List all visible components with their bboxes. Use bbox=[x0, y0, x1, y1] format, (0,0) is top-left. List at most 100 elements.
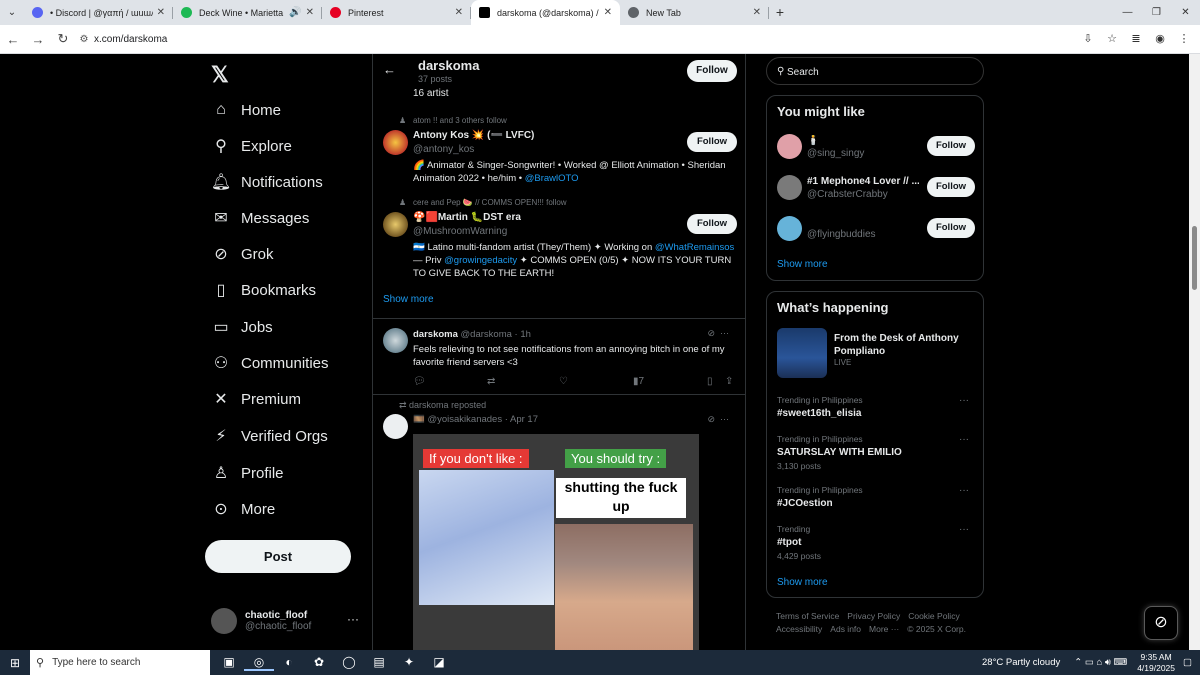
sidebar-item-premium[interactable]: ✕ Premium bbox=[211, 385, 301, 413]
windows-start-icon[interactable]: ⊞ bbox=[0, 656, 30, 670]
trend-item[interactable]: Trending #tpot 4,429 posts ··· bbox=[777, 524, 975, 564]
tab-search-dropdown[interactable]: ⌄ bbox=[0, 0, 24, 25]
sidebar-item-more[interactable]: ⊙ More bbox=[211, 495, 275, 523]
sidebar-item-communities[interactable]: ⚇ Communities bbox=[211, 349, 329, 377]
opera-icon[interactable]: ◯ bbox=[334, 655, 364, 671]
trend-item[interactable]: Trending in Philippines SATURSLAY WITH E… bbox=[777, 434, 975, 474]
sidebar-item-verified-orgs[interactable]: ⚡︎ Verified Orgs bbox=[211, 422, 327, 450]
reply-icon[interactable]: 💬︎ bbox=[413, 376, 426, 387]
like-icon[interactable]: ♡ bbox=[559, 376, 568, 387]
suggestion-item[interactable]: @flyingbuddies Follow bbox=[777, 215, 975, 245]
page-scrollbar[interactable] bbox=[1189, 54, 1200, 650]
footer-link[interactable]: Accessibility bbox=[776, 624, 822, 634]
browser-tab-new-tab[interactable]: New Tab ✕ bbox=[620, 0, 769, 25]
grok-icon[interactable]: ⊘ bbox=[707, 328, 715, 338]
clock[interactable]: 9:35 AM 4/19/2025 bbox=[1137, 652, 1175, 674]
suggestion-item[interactable]: 🕯️ @sing_singy Follow bbox=[777, 133, 975, 163]
news-item[interactable]: From the Desk of Anthony Pompliano LIVE bbox=[777, 328, 975, 380]
suggestion-item[interactable]: #1 Mephone4 Lover // ... @CrabsterCrabby… bbox=[777, 174, 975, 204]
taskbar-search[interactable]: ⚲ Type here to search bbox=[30, 650, 210, 675]
copilot-icon[interactable]: ✿ bbox=[304, 655, 334, 671]
more-dots-icon[interactable]: ··· bbox=[720, 328, 729, 338]
show-more-link[interactable]: Show more bbox=[777, 577, 828, 588]
new-tab-button[interactable]: + bbox=[769, 0, 791, 25]
show-more-link[interactable]: Show more bbox=[777, 259, 828, 270]
footer-link[interactable]: Terms of Service bbox=[776, 611, 839, 621]
search-input[interactable] bbox=[787, 64, 977, 80]
grok-icon[interactable]: ⊘ bbox=[707, 414, 715, 424]
browser-tab-x[interactable]: darskoma (@darskoma) / X ✕ bbox=[471, 0, 620, 25]
sidebar-item-bookmarks[interactable]: ▯ Bookmarks bbox=[211, 276, 316, 304]
close-tab-icon[interactable]: ✕ bbox=[604, 7, 612, 18]
more-dots-icon[interactable]: ··· bbox=[959, 485, 969, 496]
close-window-icon[interactable]: ✕ bbox=[1171, 0, 1200, 25]
browser-tab-deck-wine[interactable]: Deck Wine • Marietta 🔊 ✕ bbox=[173, 0, 322, 25]
share-icon[interactable]: ⇪ bbox=[725, 376, 733, 387]
follow-button[interactable]: Follow bbox=[687, 214, 737, 234]
task-view-icon[interactable]: ▣ bbox=[214, 655, 244, 671]
close-tab-icon[interactable]: ✕ bbox=[455, 7, 463, 18]
footer-link[interactable]: Ads info bbox=[830, 624, 861, 634]
menu-kebab-icon[interactable]: ⋮ bbox=[1174, 29, 1194, 49]
site-info-icon[interactable]: ⚙ bbox=[74, 34, 94, 45]
forward-icon[interactable]: → bbox=[26, 32, 50, 47]
x-logo-icon[interactable]: 𝕏 bbox=[211, 62, 229, 88]
footer-link[interactable]: Cookie Policy bbox=[908, 611, 960, 621]
footer-link[interactable]: Privacy Policy bbox=[847, 611, 900, 621]
speaker-icon[interactable]: 🔊 bbox=[289, 7, 301, 18]
maximize-icon[interactable]: ❐ bbox=[1142, 0, 1171, 25]
more-dots-icon[interactable]: ··· bbox=[720, 414, 729, 424]
mention-link[interactable]: @WhatRemainsos bbox=[655, 242, 734, 253]
trend-item[interactable]: Trending in Philippines #JCOestion ··· bbox=[777, 485, 975, 525]
minimize-icon[interactable]: — bbox=[1113, 0, 1142, 25]
mention-link[interactable]: @growingedacity bbox=[444, 255, 517, 266]
notifications-icon[interactable]: ▢ bbox=[1183, 657, 1192, 668]
close-tab-icon[interactable]: ✕ bbox=[157, 7, 165, 18]
close-tab-icon[interactable]: ✕ bbox=[306, 7, 314, 18]
install-app-icon[interactable]: ⇩ bbox=[1078, 29, 1098, 49]
follow-button[interactable]: Follow bbox=[927, 177, 975, 197]
sidebar-item-notifications[interactable]: 🔔︎ Notifications bbox=[211, 168, 323, 196]
back-arrow-icon[interactable]: ← bbox=[383, 62, 396, 77]
views-icon[interactable]: ▮ 7 bbox=[633, 376, 644, 387]
weather-widget[interactable]: 28°C Partly cloudy bbox=[982, 657, 1060, 668]
sidebar-item-grok[interactable]: ⊘ Grok bbox=[211, 240, 273, 268]
follow-button[interactable]: Follow bbox=[927, 218, 975, 238]
trend-item[interactable]: Trending in Philippines #sweet16th_elisi… bbox=[777, 395, 975, 435]
browser-tab-pinterest[interactable]: Pinterest ✕ bbox=[322, 0, 471, 25]
follow-button[interactable]: Follow bbox=[687, 132, 737, 152]
grok-floating-button[interactable]: ⊘ bbox=[1144, 606, 1178, 640]
more-dots-icon[interactable]: ··· bbox=[959, 434, 969, 445]
edge-icon[interactable]: ◐ bbox=[274, 655, 304, 671]
more-dots-icon[interactable]: ··· bbox=[959, 395, 969, 406]
reload-icon[interactable]: ↻ bbox=[51, 31, 75, 47]
bookmark-star-icon[interactable]: ☆ bbox=[1102, 29, 1122, 49]
more-dots-icon[interactable]: ··· bbox=[959, 524, 969, 535]
tweet-media-image[interactable]: If you don't like : You should try : shu… bbox=[413, 434, 699, 650]
close-tab-icon[interactable]: ✕ bbox=[753, 7, 761, 18]
tray-icons[interactable]: ⌃ ▭ ⌂ 🔊︎ ⌨ bbox=[1074, 657, 1127, 668]
sidebar-item-messages[interactable]: ✉ Messages bbox=[211, 204, 309, 232]
address-bar[interactable]: ⚙ x.com/darskoma bbox=[74, 29, 1128, 50]
follow-button[interactable]: Follow bbox=[687, 60, 737, 82]
more-dots-icon[interactable]: ··· bbox=[347, 612, 359, 626]
sidebar-item-home[interactable]: ⌂ Home bbox=[211, 96, 281, 124]
show-more-link[interactable]: Show more bbox=[383, 294, 434, 305]
mention-link[interactable]: @BrawlOTO bbox=[525, 173, 579, 184]
retweet-icon[interactable]: ⇄ bbox=[487, 376, 495, 387]
chrome-icon[interactable]: ◎ bbox=[244, 655, 274, 671]
sidebar-item-explore[interactable]: ⚲ Explore bbox=[211, 132, 292, 160]
profile-icon[interactable]: ◉ bbox=[1150, 29, 1170, 49]
app-icon[interactable]: ◪ bbox=[424, 655, 454, 671]
sidebar-item-jobs[interactable]: ▭ Jobs bbox=[211, 313, 272, 341]
media-controls-icon[interactable]: ≣ bbox=[1126, 29, 1146, 49]
back-icon[interactable]: ← bbox=[1, 32, 25, 47]
follow-button[interactable]: Follow bbox=[927, 136, 975, 156]
app-icon[interactable]: ✦ bbox=[394, 655, 424, 671]
scrollbar-thumb[interactable] bbox=[1192, 226, 1197, 290]
post-button[interactable]: Post bbox=[205, 540, 351, 573]
account-switcher[interactable]: chaotic_floof @chaotic_floof ··· bbox=[211, 608, 371, 634]
bookmark-icon[interactable]: ▯ bbox=[707, 376, 713, 387]
footer-link[interactable]: More ··· bbox=[869, 624, 899, 634]
search-box[interactable]: ⚲ bbox=[766, 57, 984, 85]
